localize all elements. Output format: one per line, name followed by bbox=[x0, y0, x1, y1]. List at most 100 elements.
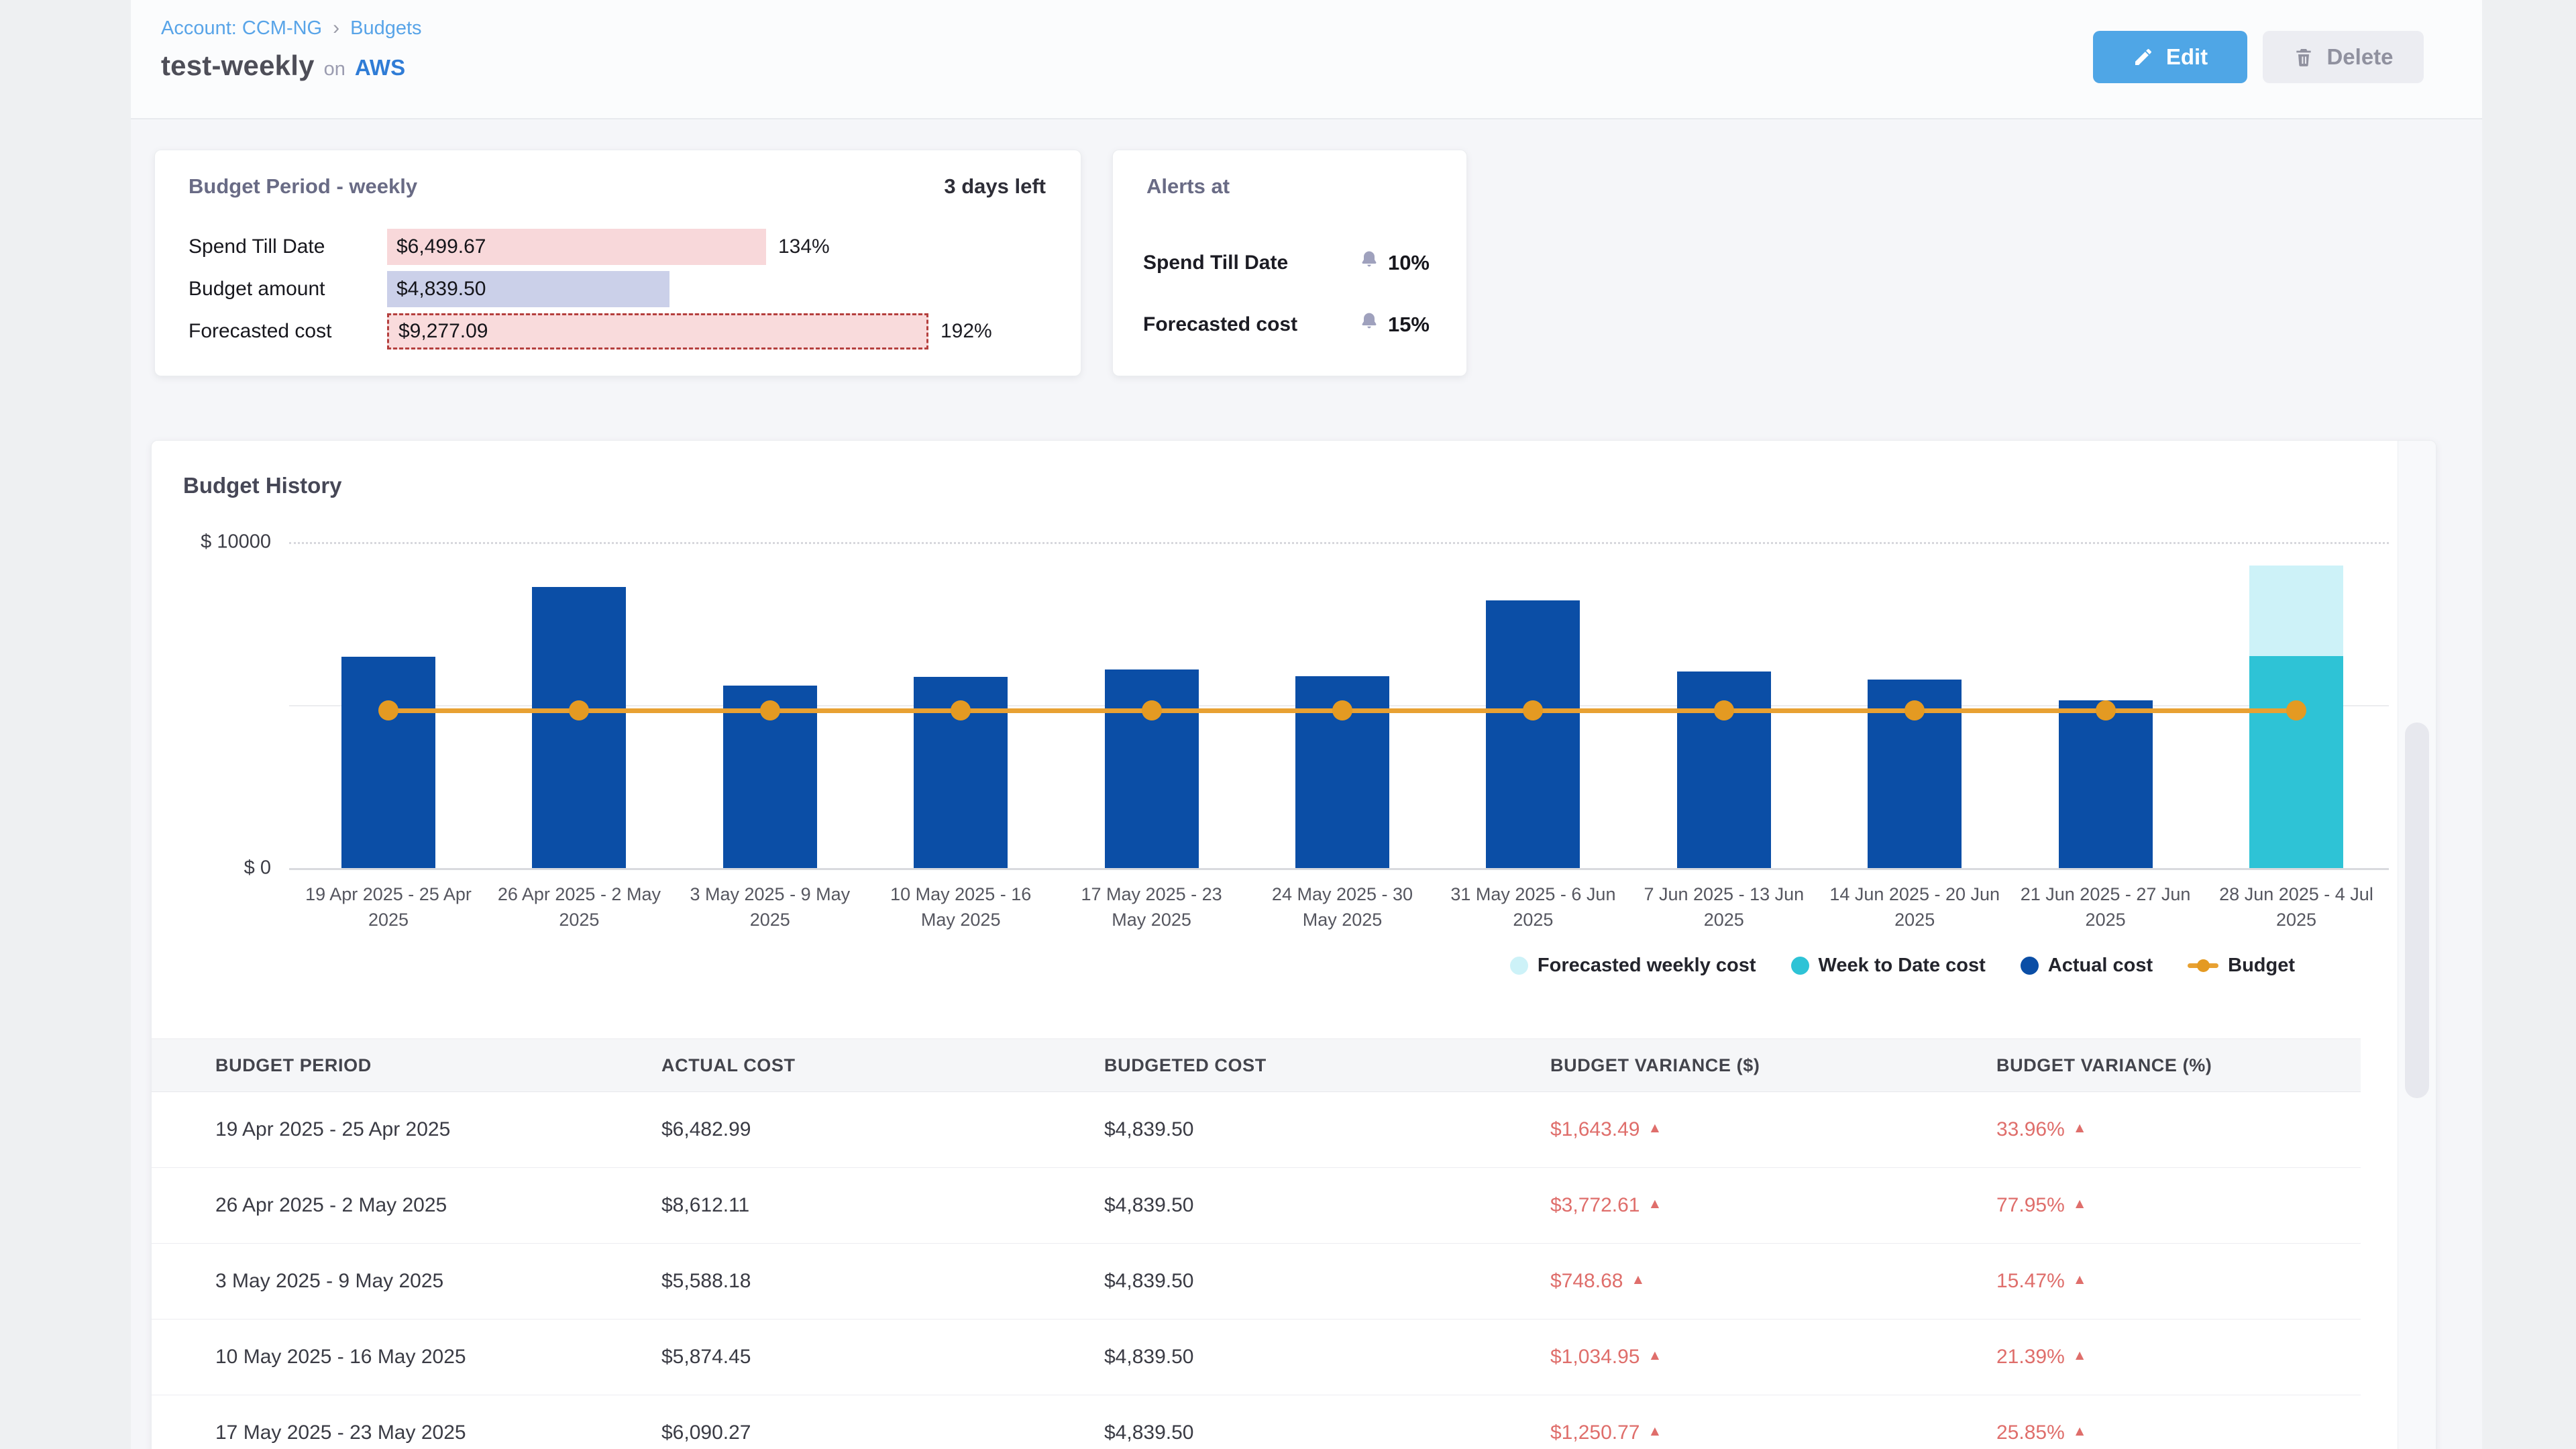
alerts-card-title: Alerts at bbox=[1146, 174, 1230, 199]
budget-period-row-label: Budget amount bbox=[189, 278, 387, 301]
budget-table-header: BUDGET PERIODACTUAL COSTBUDGETED COSTBUD… bbox=[152, 1038, 2361, 1092]
table-row[interactable]: 26 Apr 2025 - 2 May 2025$8,612.11$4,839.… bbox=[152, 1168, 2361, 1244]
y-axis-tick-label: $ 0 bbox=[164, 857, 271, 879]
budget-period-row-label: Forecasted cost bbox=[189, 320, 387, 343]
bell-icon bbox=[1358, 250, 1380, 276]
legend-label: Forecasted weekly cost bbox=[1538, 955, 1756, 977]
alerts-rows: Spend Till Date10%Forecasted cost15% bbox=[1143, 232, 1430, 356]
legend-item[interactable]: Forecasted weekly cost bbox=[1510, 955, 1756, 977]
budget-line-point[interactable] bbox=[569, 700, 589, 720]
content-area: Budget Period - weekly 3 days left Spend… bbox=[131, 119, 2482, 1449]
days-left-label: 3 days left bbox=[944, 174, 1046, 199]
edit-button-label: Edit bbox=[2166, 44, 2208, 70]
budget-table-body: 19 Apr 2025 - 25 Apr 2025$6,482.99$4,839… bbox=[152, 1092, 2361, 1449]
budget-period-row-bar: $6,499.67 bbox=[387, 229, 766, 265]
alerts-card: Alerts at Spend Till Date10%Forecasted c… bbox=[1112, 150, 1467, 376]
budget-line-point[interactable] bbox=[951, 700, 971, 720]
cell-budget-variance-pct: 33.96%▲ bbox=[1996, 1118, 2384, 1141]
cell-budgeted-cost: $4,839.50 bbox=[1104, 1270, 1550, 1293]
cell-budget-variance-pct: 25.85%▲ bbox=[1996, 1421, 2384, 1444]
cell-budget-period: 10 May 2025 - 16 May 2025 bbox=[215, 1346, 661, 1368]
x-axis-category-label: 31 May 2025 - 6 Jun 2025 bbox=[1445, 882, 1621, 933]
cell-budget-variance-pct: 15.47%▲ bbox=[1996, 1270, 2384, 1293]
triangle-up-icon: ▲ bbox=[1631, 1272, 1645, 1288]
table-row[interactable]: 19 Apr 2025 - 25 Apr 2025$6,482.99$4,839… bbox=[152, 1092, 2361, 1168]
budget-period-row-percent: 134% bbox=[778, 235, 830, 258]
x-axis-category-label: 21 Jun 2025 - 27 Jun 2025 bbox=[2018, 882, 2194, 933]
budget-period-row: Budget amount$4,839.50 bbox=[189, 268, 1061, 310]
table-column-header: BUDGETED COST bbox=[1104, 1055, 1550, 1076]
cell-budget-variance-usd: $1,034.95▲ bbox=[1550, 1346, 1996, 1368]
budget-line-point[interactable] bbox=[378, 700, 398, 720]
breadcrumb-budgets-link[interactable]: Budgets bbox=[350, 17, 421, 40]
x-axis-category-label: 10 May 2025 - 16 May 2025 bbox=[873, 882, 1049, 933]
chart-gridline bbox=[289, 868, 2389, 870]
budget-line-point[interactable] bbox=[2096, 700, 2116, 720]
budget-history-title: Budget History bbox=[183, 473, 342, 498]
x-axis-category-label: 19 Apr 2025 - 25 Apr 2025 bbox=[301, 882, 476, 933]
budget-period-row-amount: $6,499.67 bbox=[387, 235, 486, 258]
triangle-up-icon: ▲ bbox=[1648, 1424, 1662, 1440]
table-vertical-scrollbar[interactable] bbox=[2398, 441, 2436, 1449]
chart-bar-navy[interactable] bbox=[2059, 700, 2153, 868]
legend-item[interactable]: Week to Date cost bbox=[1791, 955, 1986, 977]
page-title-row: test-weekly on AWS bbox=[161, 50, 405, 82]
budget-history-card: Budget History Forecasted weekly cost Wee… bbox=[151, 440, 2436, 1449]
legend-label: Budget bbox=[2228, 955, 2295, 977]
page-header: Account: CCM-NG › Budgets test-weekly on… bbox=[131, 0, 2482, 119]
cell-budget-variance-pct: 77.95%▲ bbox=[1996, 1194, 2384, 1217]
legend-dot-icon bbox=[1791, 957, 1809, 975]
cell-budget-period: 17 May 2025 - 23 May 2025 bbox=[215, 1421, 661, 1444]
cell-actual-cost: $8,612.11 bbox=[661, 1194, 1104, 1217]
cell-budgeted-cost: $4,839.50 bbox=[1104, 1421, 1550, 1444]
table-row[interactable]: 10 May 2025 - 16 May 2025$5,874.45$4,839… bbox=[152, 1320, 2361, 1395]
breadcrumb-account-link[interactable]: Account: CCM-NG bbox=[161, 17, 322, 40]
legend-line-icon bbox=[2188, 957, 2218, 975]
triangle-up-icon: ▲ bbox=[2073, 1196, 2087, 1212]
triangle-up-icon: ▲ bbox=[1648, 1120, 1662, 1136]
x-axis-category-label: 26 Apr 2025 - 2 May 2025 bbox=[491, 882, 667, 933]
budget-line-point[interactable] bbox=[2286, 700, 2306, 720]
edit-button[interactable]: Edit bbox=[2093, 31, 2247, 83]
y-axis-tick-label: $ 10000 bbox=[164, 531, 271, 553]
table-column-header: BUDGET VARIANCE ($) bbox=[1550, 1055, 1996, 1076]
chart-bar-navy[interactable] bbox=[1105, 669, 1199, 868]
budget-line-point[interactable] bbox=[1904, 700, 1925, 720]
table-row[interactable]: 17 May 2025 - 23 May 2025$6,090.27$4,839… bbox=[152, 1395, 2361, 1449]
budget-line-point[interactable] bbox=[1523, 700, 1543, 720]
legend-item[interactable]: Budget bbox=[2188, 955, 2295, 977]
budget-line-point[interactable] bbox=[1142, 700, 1162, 720]
budget-period-rows: Spend Till Date$6,499.67134%Budget amoun… bbox=[189, 225, 1061, 352]
budget-period-card-title: Budget Period - weekly bbox=[189, 174, 417, 199]
cell-budgeted-cost: $4,839.50 bbox=[1104, 1346, 1550, 1368]
provider-link[interactable]: AWS bbox=[355, 55, 405, 80]
alert-row-percent: 15% bbox=[1388, 313, 1430, 337]
legend-item[interactable]: Actual cost bbox=[2021, 955, 2153, 977]
delete-button[interactable]: Delete bbox=[2263, 31, 2424, 83]
chart-bar-navy[interactable] bbox=[1486, 600, 1580, 868]
cell-actual-cost: $6,482.99 bbox=[661, 1118, 1104, 1141]
chart-bar-navy[interactable] bbox=[532, 587, 626, 868]
x-axis-category-label: 28 Jun 2025 - 4 Jul 2025 bbox=[2208, 882, 2384, 933]
x-axis-category-label: 3 May 2025 - 9 May 2025 bbox=[682, 882, 858, 933]
triangle-up-icon: ▲ bbox=[1648, 1196, 1662, 1212]
chart-bar-teal[interactable] bbox=[2249, 656, 2343, 868]
legend-label: Week to Date cost bbox=[1819, 955, 1986, 977]
budget-line-point[interactable] bbox=[1332, 700, 1352, 720]
cell-budget-variance-usd: $1,643.49▲ bbox=[1550, 1118, 1996, 1141]
budget-line-point[interactable] bbox=[760, 700, 780, 720]
x-axis-category-label: 17 May 2025 - 23 May 2025 bbox=[1064, 882, 1240, 933]
table-vertical-scrollbar-thumb[interactable] bbox=[2405, 722, 2429, 1098]
cell-budgeted-cost: $4,839.50 bbox=[1104, 1118, 1550, 1141]
cell-actual-cost: $6,090.27 bbox=[661, 1421, 1104, 1444]
title-on-label: on bbox=[324, 58, 345, 80]
chart-bar-navy[interactable] bbox=[341, 657, 435, 868]
chart-bar-cyan[interactable] bbox=[2249, 566, 2343, 656]
delete-button-label: Delete bbox=[2326, 44, 2393, 70]
cell-budget-variance-usd: $1,250.77▲ bbox=[1550, 1421, 1996, 1444]
budget-line-point[interactable] bbox=[1714, 700, 1734, 720]
budget-period-row: Forecasted cost$9,277.09192% bbox=[189, 310, 1061, 352]
table-row[interactable]: 3 May 2025 - 9 May 2025$5,588.18$4,839.5… bbox=[152, 1244, 2361, 1320]
cell-budget-variance-usd: $748.68▲ bbox=[1550, 1270, 1996, 1293]
table-column-header: BUDGET VARIANCE (%) bbox=[1996, 1055, 2384, 1076]
